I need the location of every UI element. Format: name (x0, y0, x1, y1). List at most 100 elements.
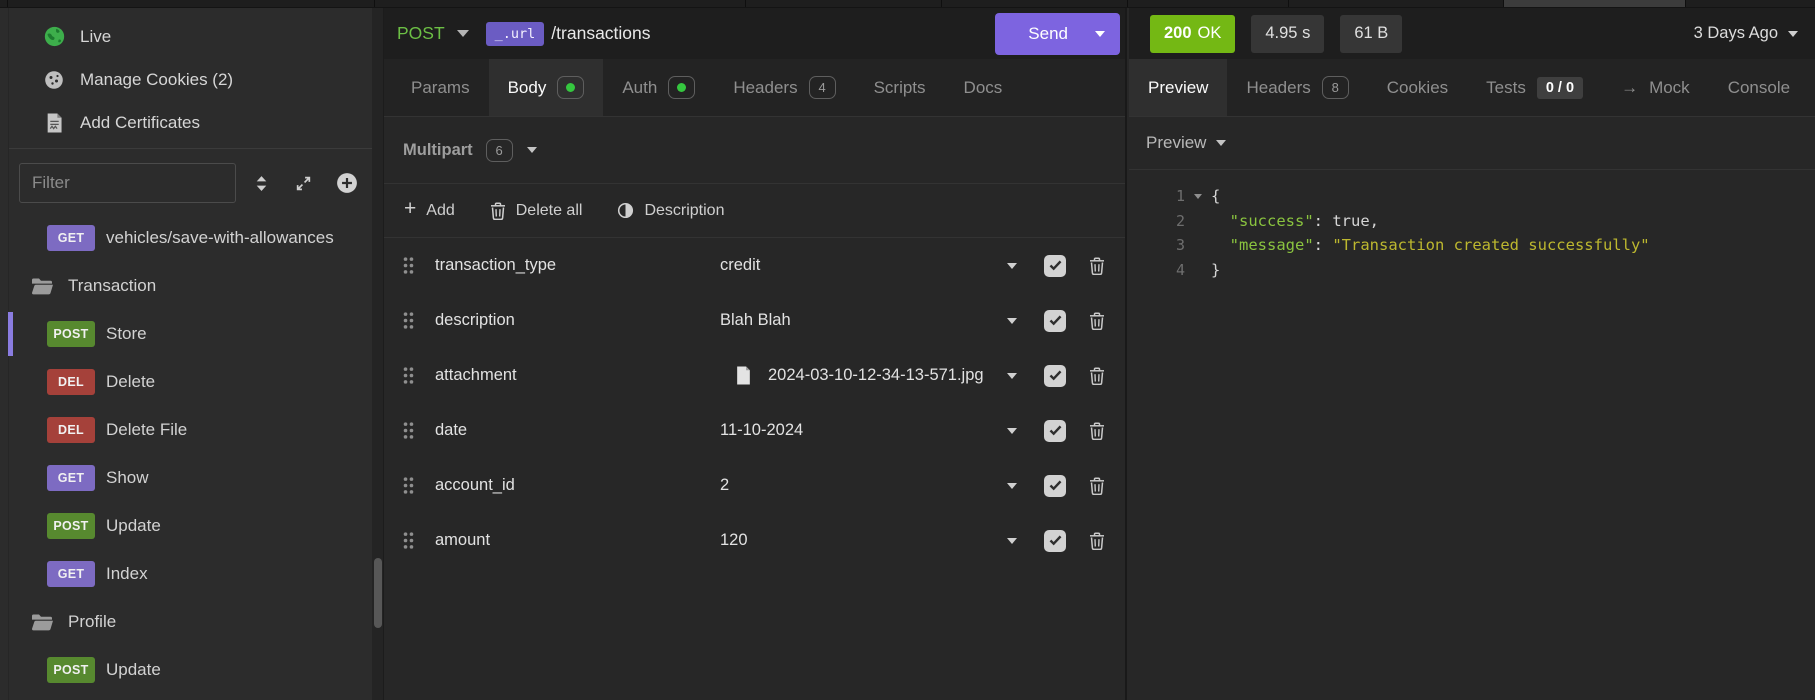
url-environment-tag[interactable]: _.url (486, 22, 545, 46)
tab[interactable]: Cookies (1368, 59, 1467, 116)
drag-handle-icon[interactable] (403, 257, 414, 274)
form-key-input[interactable]: description (435, 311, 720, 330)
tab[interactable]: Scripts (855, 59, 945, 116)
sidebar-folder-item[interactable]: Profile (0, 598, 372, 646)
row-enabled-checkbox[interactable] (1044, 255, 1066, 277)
tab[interactable]: Body (489, 59, 604, 116)
status-badge: 200 OK (1150, 15, 1235, 53)
tab[interactable]: Docs (945, 59, 1022, 116)
sidebar-request-item[interactable]: POST Store (0, 310, 372, 358)
sidebar-request-item[interactable]: DEL Delete (0, 358, 372, 406)
sidebar-request-item[interactable]: GET vehicles/save-with-allowances (0, 214, 372, 262)
body-type-caret-icon[interactable] (527, 147, 537, 153)
manage-cookies-button[interactable]: Manage Cookies (2) (0, 58, 372, 101)
row-enabled-checkbox[interactable] (1044, 365, 1066, 387)
delete-row-icon[interactable] (1089, 477, 1105, 495)
delete-row-icon[interactable] (1089, 312, 1105, 330)
expand-icon[interactable] (295, 175, 312, 192)
send-button[interactable]: Send (995, 13, 1120, 55)
delete-row-icon[interactable] (1089, 257, 1105, 275)
drag-handle-icon[interactable] (403, 367, 414, 384)
value-options-caret-icon[interactable] (1007, 373, 1017, 379)
delete-all-button[interactable]: Delete all (490, 202, 583, 220)
method-caret-icon[interactable] (457, 30, 469, 37)
response-time-badge: 4.95 s (1251, 15, 1324, 53)
sidebar-folder-item[interactable]: Transaction (0, 262, 372, 310)
fold-caret-icon[interactable] (1185, 194, 1211, 199)
add-certificates-button[interactable]: Add Certificates (0, 101, 372, 144)
tab[interactable]: Headers 8 (1227, 59, 1367, 116)
value-options-caret-icon[interactable] (1007, 318, 1017, 324)
request-label: Delete File (106, 420, 187, 440)
form-data-row: description Blah Blah (384, 293, 1125, 348)
url-bar: POST _.url /transactions Send (384, 8, 1125, 59)
value-options-caret-icon[interactable] (1007, 428, 1017, 434)
form-key-input[interactable]: amount (435, 531, 720, 550)
sidebar-request-item[interactable]: GET Index (0, 550, 372, 598)
filter-input[interactable] (19, 163, 236, 203)
response-history-dropdown[interactable]: 3 Days Ago (1694, 24, 1798, 43)
manage-cookies-label: Manage Cookies (2) (80, 70, 233, 90)
request-label: Delete (106, 372, 155, 392)
form-value-input[interactable]: credit (720, 256, 1007, 275)
add-row-button[interactable]: Add (404, 202, 455, 220)
description-toggle-icon (617, 202, 634, 219)
form-key-input[interactable]: date (435, 421, 720, 440)
delete-row-icon[interactable] (1089, 422, 1105, 440)
request-label: Update (106, 516, 161, 536)
form-key-input[interactable]: account_id (435, 476, 720, 495)
drag-handle-icon[interactable] (403, 477, 414, 494)
preview-mode-dropdown[interactable]: Preview (1129, 117, 1815, 170)
folder-icon (31, 278, 53, 295)
tab[interactable]: Headers 4 (714, 59, 854, 116)
drag-handle-icon[interactable] (403, 422, 414, 439)
check-icon (1049, 315, 1062, 326)
delete-row-icon[interactable] (1089, 367, 1105, 385)
file-icon (736, 366, 751, 385)
check-icon (1049, 535, 1062, 546)
method-dropdown[interactable]: POST (397, 23, 445, 44)
value-options-caret-icon[interactable] (1007, 263, 1017, 269)
body-type-dropdown[interactable]: Multipart (403, 141, 473, 160)
sort-icon[interactable] (255, 175, 268, 192)
sidebar-request-item[interactable]: DEL Delete File (0, 406, 372, 454)
active-window-tab[interactable] (1503, 0, 1685, 7)
tab[interactable]: Mock (1602, 59, 1709, 116)
form-value-input[interactable]: Blah Blah (720, 311, 1007, 330)
tab-count-badge: 4 (809, 76, 836, 99)
value-options-caret-icon[interactable] (1007, 483, 1017, 489)
form-value-input[interactable]: 11-10-2024 (720, 421, 1007, 440)
window-tab-strip (0, 0, 1815, 8)
tab[interactable]: Tests 0 / 0 (1467, 59, 1602, 116)
preview-caret-icon (1216, 140, 1226, 146)
tab[interactable]: Console (1709, 59, 1809, 116)
form-value-input[interactable]: 2 (720, 476, 1007, 495)
drag-handle-icon[interactable] (403, 532, 414, 549)
form-value-input[interactable]: 2024-03-10-12-34-13-571.jpg (720, 366, 1007, 385)
row-enabled-checkbox[interactable] (1044, 420, 1066, 442)
sidebar-request-item[interactable]: POST Update (0, 502, 372, 550)
request-label: Update (106, 660, 161, 680)
url-path[interactable]: /transactions (551, 23, 650, 44)
sidebar-scrollbar-thumb[interactable] (374, 558, 382, 628)
tab[interactable]: Params (392, 59, 489, 116)
delete-row-icon[interactable] (1089, 532, 1105, 550)
drag-handle-icon[interactable] (403, 312, 414, 329)
add-request-icon[interactable] (336, 172, 358, 194)
row-enabled-checkbox[interactable] (1044, 530, 1066, 552)
send-options-caret-icon[interactable] (1095, 31, 1105, 37)
form-value-input[interactable]: 120 (720, 531, 1007, 550)
toggle-description-button[interactable]: Description (617, 202, 724, 220)
environment-selector[interactable]: Live (0, 15, 372, 58)
form-key-input[interactable]: transaction_type (435, 256, 720, 275)
value-options-caret-icon[interactable] (1007, 538, 1017, 544)
certificate-icon (43, 113, 65, 133)
row-enabled-checkbox[interactable] (1044, 475, 1066, 497)
code-line: 3 "message": "Transaction created succes… (1129, 233, 1815, 258)
row-enabled-checkbox[interactable] (1044, 310, 1066, 332)
sidebar-request-item[interactable]: POST Update (0, 646, 372, 694)
tab[interactable]: Preview (1129, 59, 1227, 116)
form-key-input[interactable]: attachment (435, 366, 720, 385)
sidebar-request-item[interactable]: GET Show (0, 454, 372, 502)
tab[interactable]: Auth (603, 59, 714, 116)
